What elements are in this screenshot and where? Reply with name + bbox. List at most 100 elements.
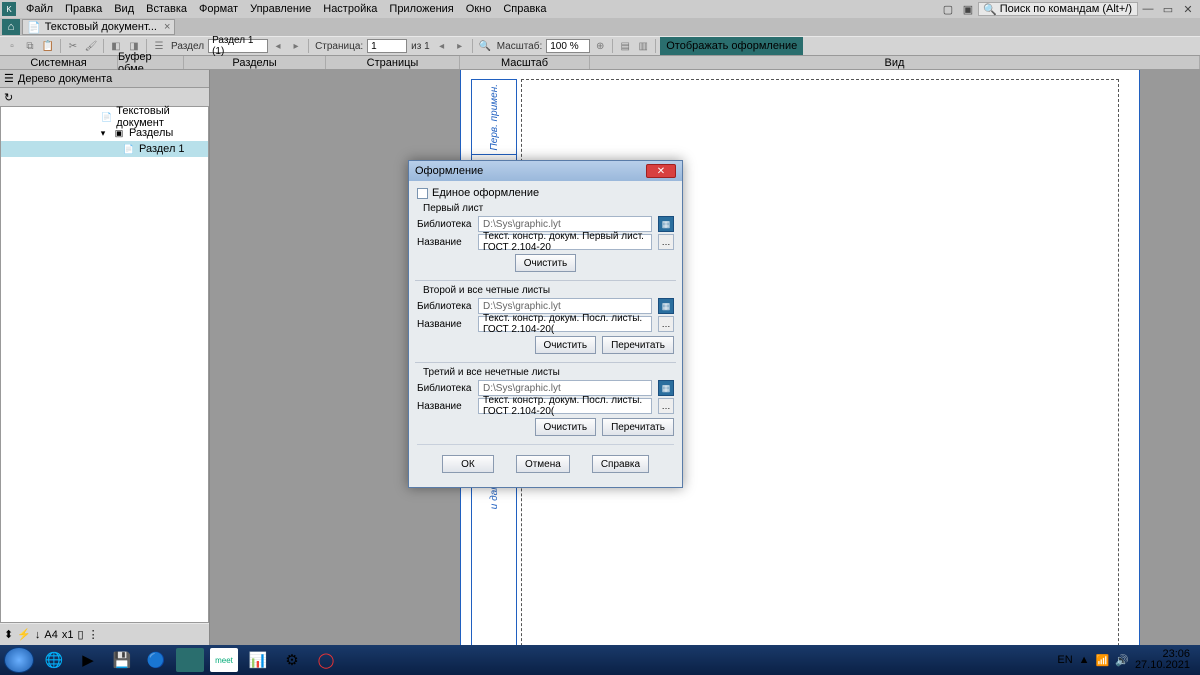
view2-icon[interactable]: ▥ [635, 38, 651, 54]
menu-bar: K Файл Правка Вид Вставка Формат Управле… [0, 0, 1200, 18]
dialog-close-button[interactable]: ✕ [646, 164, 676, 178]
menu-file[interactable]: Файл [20, 1, 59, 17]
clear2-button[interactable]: Очистить [535, 336, 597, 354]
layout-dialog: Оформление ✕ Единое оформление Первый ли… [408, 160, 683, 488]
tray-up-icon[interactable]: ▲ [1079, 654, 1090, 666]
task-settings-icon[interactable]: ⚙ [278, 648, 306, 672]
scale-input[interactable]: 100 % [546, 39, 590, 53]
name1-browse-button[interactable]: … [658, 234, 674, 250]
doc-icon: 📄 [27, 21, 41, 34]
cancel-button[interactable]: Отмена [516, 455, 570, 473]
task-media-icon[interactable]: ▶ [74, 648, 102, 672]
page-prev-icon[interactable]: ◂ [434, 38, 450, 54]
command-search[interactable]: 🔍Поиск по командам (Alt+/) [978, 2, 1138, 16]
zoom-fit-icon[interactable]: 🔍 [477, 38, 493, 54]
menu-settings[interactable]: Настройка [317, 1, 383, 17]
section-input[interactable]: Раздел 1 (1) [208, 39, 268, 53]
group-second: Второй и все четные листы [417, 285, 674, 296]
expand-icon[interactable]: ▾ [97, 127, 109, 139]
format-a4[interactable]: A4 [44, 629, 57, 641]
system-tray[interactable]: EN ▲ 📶 🔊 [1057, 654, 1129, 667]
doc-icon: 📄 [101, 111, 112, 123]
bolt-icon[interactable]: ⚡ [17, 628, 31, 641]
group-first: Первый лист [417, 203, 674, 214]
name2-browse-button[interactable]: … [658, 316, 674, 332]
lib3-input[interactable]: D:\Sys\graphic.lyt [478, 380, 652, 396]
name2-input[interactable]: Текст. констр. докум. Посл. листы. ГОСТ … [478, 316, 652, 332]
menu-insert[interactable]: Вставка [140, 1, 193, 17]
home-tab[interactable]: ⌂ [2, 19, 20, 35]
task-kompas-icon[interactable] [176, 648, 204, 672]
copy-icon[interactable]: ⧉ [22, 38, 38, 54]
section-prev-icon[interactable]: ◂ [270, 38, 286, 54]
volume-icon[interactable]: 🔊 [1115, 654, 1129, 667]
page-next-icon[interactable]: ▸ [452, 38, 468, 54]
cut-icon[interactable]: ✂ [65, 38, 81, 54]
canvas[interactable]: Перв. примен. Подп Инв. № дубл. Взам. ин… [210, 70, 1200, 645]
tree-icon: ☰ [4, 72, 14, 85]
paste-icon[interactable]: 📋 [40, 38, 56, 54]
menu-edit[interactable]: Правка [59, 1, 108, 17]
lib2-input[interactable]: D:\Sys\graphic.lyt [478, 298, 652, 314]
name1-input[interactable]: Текст. констр. докум. Первый лист. ГОСТ … [478, 234, 652, 250]
name3-input[interactable]: Текст. констр. докум. Посл. листы. ГОСТ … [478, 398, 652, 414]
format-icon[interactable]: 🖌 [83, 38, 99, 54]
minimize-button[interactable]: — [1140, 2, 1156, 16]
panel-icon[interactable]: ▢ [940, 2, 956, 16]
start-button[interactable] [4, 647, 34, 673]
section-next-icon[interactable]: ▸ [288, 38, 304, 54]
menu-manage[interactable]: Управление [244, 1, 317, 17]
panel-icon2[interactable]: ▣ [960, 2, 976, 16]
refresh-icon[interactable]: ↻ [4, 91, 13, 104]
down-icon[interactable]: ↓ [35, 629, 41, 641]
task-chrome-icon[interactable]: 🔵 [142, 648, 170, 672]
sidebar: ☰Дерево документа ↻ 📄Текстовый документ … [0, 70, 210, 645]
menu-format[interactable]: Формат [193, 1, 244, 17]
zoom-in-icon[interactable]: ⊕ [592, 38, 608, 54]
view1-icon[interactable]: ▤ [617, 38, 633, 54]
show-layout-tab[interactable]: Отображать оформление [660, 37, 803, 55]
sort-icon[interactable]: ⬍ [4, 628, 13, 641]
document-tree[interactable]: 📄Текстовый документ ▾▣Разделы 📄Раздел 1 [0, 106, 209, 623]
tree-section1[interactable]: 📄Раздел 1 [1, 141, 208, 157]
uniform-checkbox[interactable]: Единое оформление [417, 187, 674, 199]
menu-apps[interactable]: Приложения [383, 1, 459, 17]
lib1-input[interactable]: D:\Sys\graphic.lyt [478, 216, 652, 232]
document-tab[interactable]: 📄Текстовый документ...× [22, 19, 175, 35]
clock[interactable]: 23:0627.10.2021 [1135, 649, 1196, 671]
dialog-titlebar[interactable]: Оформление ✕ [409, 161, 682, 181]
task-app-icon[interactable]: 📊 [244, 648, 272, 672]
menu-help[interactable]: Справка [497, 1, 552, 17]
document-tabs: ⌂ 📄Текстовый документ...× [0, 18, 1200, 36]
scale-x1[interactable]: x1 [62, 629, 74, 641]
lib1-browse-button[interactable]: ▦ [658, 216, 674, 232]
sidebar-toolbar: ↻ [0, 88, 209, 106]
task-ie-icon[interactable]: 🌐 [40, 648, 68, 672]
task-opera-icon[interactable]: ◯ [312, 648, 340, 672]
reread3-button[interactable]: Перечитать [602, 418, 674, 436]
ok-button[interactable]: ОК [442, 455, 494, 473]
maximize-button[interactable]: ▭ [1160, 2, 1176, 16]
menu-window[interactable]: Окно [460, 1, 498, 17]
menu-view[interactable]: Вид [108, 1, 140, 17]
lib2-browse-button[interactable]: ▦ [658, 298, 674, 314]
tree-root[interactable]: 📄Текстовый документ [1, 109, 208, 125]
name3-browse-button[interactable]: … [658, 398, 674, 414]
toolbar-groups: Системная Буфер обме... Разделы Страницы… [0, 56, 1200, 70]
name-label: Название [417, 237, 472, 248]
task-meet-icon[interactable]: meet [210, 648, 238, 672]
page-input[interactable]: 1 [367, 39, 407, 53]
orient-icon[interactable]: ▯ [78, 628, 84, 641]
wifi-icon[interactable]: 📶 [1096, 654, 1110, 667]
more-icon[interactable]: ⋮ [88, 628, 99, 641]
clear1-button[interactable]: Очистить [515, 254, 577, 272]
close-button[interactable]: ✕ [1180, 2, 1196, 16]
lib3-browse-button[interactable]: ▦ [658, 380, 674, 396]
task-save-icon[interactable]: 💾 [108, 648, 136, 672]
lang-indicator[interactable]: EN [1057, 654, 1072, 666]
reread2-button[interactable]: Перечитать [602, 336, 674, 354]
help-button[interactable]: Справка [592, 455, 649, 473]
clear3-button[interactable]: Очистить [535, 418, 597, 436]
close-tab-icon[interactable]: × [164, 21, 170, 33]
new-icon[interactable]: ▫ [4, 38, 20, 54]
